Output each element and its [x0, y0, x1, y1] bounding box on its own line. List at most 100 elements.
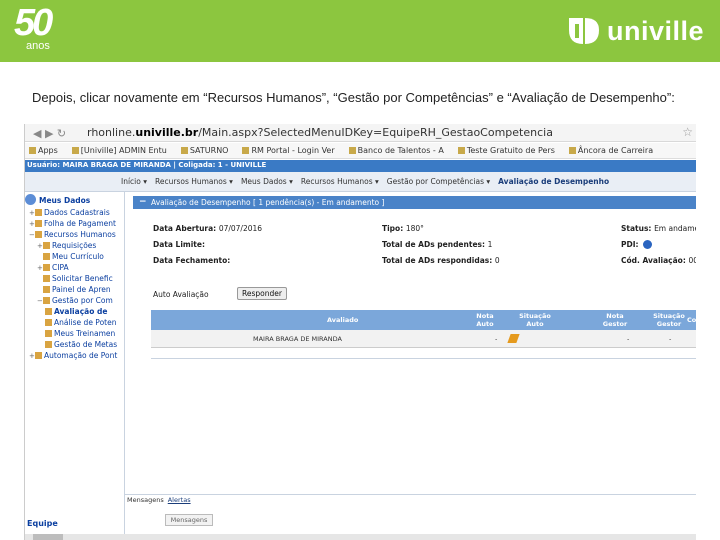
field-pdi: PDI: [621, 240, 652, 249]
page-icon [43, 275, 50, 282]
slide: 50 anos univille Depois, clicar novament… [0, 0, 720, 540]
sidebar-tree: Meus Dados + Dados Cadastrais + Folha de P… [25, 192, 125, 540]
scrollbar-thumb[interactable] [33, 534, 63, 540]
tree-label: Requisições [52, 241, 97, 250]
col-extra[interactable]: Co [687, 316, 696, 324]
col-avaliado[interactable]: Avaliado [327, 316, 358, 324]
instruction-caption: Depois, clicar novamente em “Recursos Hu… [32, 90, 675, 105]
field-label: Cód. Avaliação: [621, 256, 686, 265]
folder-icon [35, 209, 42, 216]
field-label: Data Abertura: [153, 224, 217, 233]
tree-item-meus-treinamentos[interactable]: Meus Treinamen [45, 329, 145, 340]
address-bar[interactable]: ◀ ▶ ↻ rhonline.univille.br/Main.aspx?Sel… [25, 124, 696, 142]
bookmark-label: RM Portal - Login Ver [251, 146, 335, 155]
user-info: Usuário: MAIRA BRAGA DE MIRANDA | Coliga… [27, 161, 267, 169]
brand-name: univille [606, 15, 704, 46]
col-situacao-auto[interactable]: Situação Auto [515, 312, 555, 328]
cell-situacao-gestor: - [669, 335, 672, 343]
tree-item-requisicoes[interactable]: + Requisições [37, 241, 137, 252]
bookmark-item[interactable]: Teste Gratuito de Pers [457, 146, 555, 155]
tree-item-analise-potencial[interactable]: Análise de Poten [45, 318, 145, 329]
star-icon[interactable]: ☆ [682, 125, 693, 139]
field-data-limite: Data Limite: [153, 240, 205, 249]
breadcrumb-inicio[interactable]: Início ▾ [121, 177, 147, 186]
bookmarks-bar: Apps [Univille] ADMIN Entu SATURNO RM Po… [25, 143, 696, 159]
tree-label: Avaliação de [54, 307, 108, 316]
pdi-info-icon[interactable] [642, 240, 652, 249]
tree-label: Gestão de Metas [54, 340, 118, 349]
field-label: Tipo: [382, 224, 404, 233]
tree-root-meus-dados[interactable]: Meus Dados [25, 194, 125, 205]
tree-item-gestao-competencias[interactable]: − Gestão por Com [37, 296, 137, 307]
bookmark-icon [457, 147, 465, 154]
tree-item-solicitar-beneficio[interactable]: Solicitar Benefic [43, 274, 143, 285]
logo-number: 50 [14, 2, 53, 44]
tree-item-recursos-humanos[interactable]: − Recursos Humanos [29, 230, 129, 241]
apps-icon [29, 147, 36, 154]
col-nota-gestor[interactable]: Nota Gestor [599, 312, 631, 328]
bookmark-icon [348, 147, 356, 154]
table-row[interactable]: MAIRA BRAGA DE MIRANDA - - - [151, 330, 696, 348]
bookmark-label: Apps [38, 146, 58, 155]
bookmark-label: SATURNO [189, 146, 229, 155]
panel-header[interactable]: − Avaliação de Desempenho [ 1 pendência(… [133, 196, 696, 209]
bookmark-item[interactable]: Apps [29, 146, 58, 155]
tree-label: Recursos Humanos [44, 230, 116, 239]
bookmark-item[interactable]: Âncora de Carreira [568, 146, 653, 155]
field-label: Total de ADs respondidas: [382, 256, 493, 265]
collapse-icon[interactable]: − [139, 197, 147, 207]
url-text[interactable]: rhonline.univille.br/Main.aspx?SelectedM… [87, 126, 553, 139]
edit-pencil-icon[interactable] [507, 334, 520, 343]
tree-item-gestao-metas[interactable]: Gestão de Metas [45, 340, 145, 351]
breadcrumb-recursos-humanos[interactable]: Recursos Humanos ▾ [155, 177, 233, 186]
nav-arrows-icon[interactable]: ◀ ▶ ↻ [33, 127, 66, 140]
bookmark-item[interactable]: RM Portal - Login Ver [242, 146, 335, 155]
tree-label: Meu Currículo [52, 252, 104, 261]
field-label: PDI: [621, 240, 639, 249]
tree-item-avaliacao-desempenho[interactable]: Avaliação de [45, 307, 145, 318]
tree-item-cipa[interactable]: + CIPA [37, 263, 137, 274]
bookmark-item[interactable]: [Univille] ADMIN Entu [71, 146, 167, 155]
tree-footer-equipe[interactable]: Equipe [27, 519, 58, 528]
tree-item-dados-cadastrais[interactable]: + Dados Cadastrais [29, 208, 129, 219]
breadcrumb-meus-dados[interactable]: Meus Dados ▾ [241, 177, 293, 186]
tree-item-folha-pagamento[interactable]: + Folha de Pagament [29, 219, 129, 230]
bookmark-item[interactable]: SATURNO [180, 146, 229, 155]
folder-icon [43, 264, 50, 271]
tree-item-painel-aprendizagem[interactable]: Painel de Apren [43, 285, 143, 296]
tab-alertas[interactable]: Alertas [168, 496, 191, 504]
horizontal-scrollbar[interactable] [25, 534, 696, 540]
folder-icon [35, 220, 42, 227]
page-icon [45, 330, 52, 337]
breadcrumb-gestao-competencias[interactable]: Gestão por Competências ▾ [387, 177, 490, 186]
tree-label: Meus Dados [39, 196, 91, 205]
field-label: Data Limite: [153, 240, 205, 249]
tree-label: Painel de Apren [52, 285, 111, 294]
url-prefix: rhonline. [87, 126, 136, 139]
tab-mensagens[interactable]: Mensagens [127, 496, 164, 504]
col-nota-auto[interactable]: Nota Auto [471, 312, 499, 328]
folder-icon [35, 231, 42, 238]
tree-item-meu-curriculo[interactable]: Meu Currículo [43, 252, 143, 263]
field-value: 07/07/2016 [218, 224, 263, 233]
col-situacao-gestor[interactable]: Situação Gestor [647, 312, 691, 328]
bookmark-icon [568, 147, 576, 154]
responder-button[interactable]: Responder [237, 287, 287, 300]
bookmark-label: Teste Gratuito de Pers [466, 146, 555, 155]
tree-label: Solicitar Benefic [52, 274, 113, 283]
breadcrumb: Início ▾ Recursos Humanos ▾ Meus Dados ▾… [121, 177, 609, 186]
url-suffix: /Main.aspx?SelectedMenuIDKey=EquipeRH_Ge… [198, 126, 553, 139]
tree-item-automacao-ponto[interactable]: + Automação de Pont [29, 351, 129, 362]
tree-label: Análise de Poten [54, 318, 117, 327]
bookmark-item[interactable]: Banco de Talentos - A [348, 146, 444, 155]
auto-avaliacao-label: Auto Avaliação [153, 290, 209, 299]
field-cod-avaliacao: Cód. Avaliação: 00 [621, 256, 696, 265]
tree-label: CIPA [52, 263, 69, 272]
user-icon [25, 194, 36, 205]
mensagens-button[interactable]: Mensagens [165, 514, 213, 526]
bookmark-label: [Univille] ADMIN Entu [80, 146, 167, 155]
page-icon [45, 319, 52, 326]
field-value: 180° [405, 224, 424, 233]
breadcrumb-recursos-humanos-2[interactable]: Recursos Humanos ▾ [301, 177, 379, 186]
breadcrumb-avaliacao-desempenho[interactable]: Avaliação de Desempenho [498, 177, 609, 186]
